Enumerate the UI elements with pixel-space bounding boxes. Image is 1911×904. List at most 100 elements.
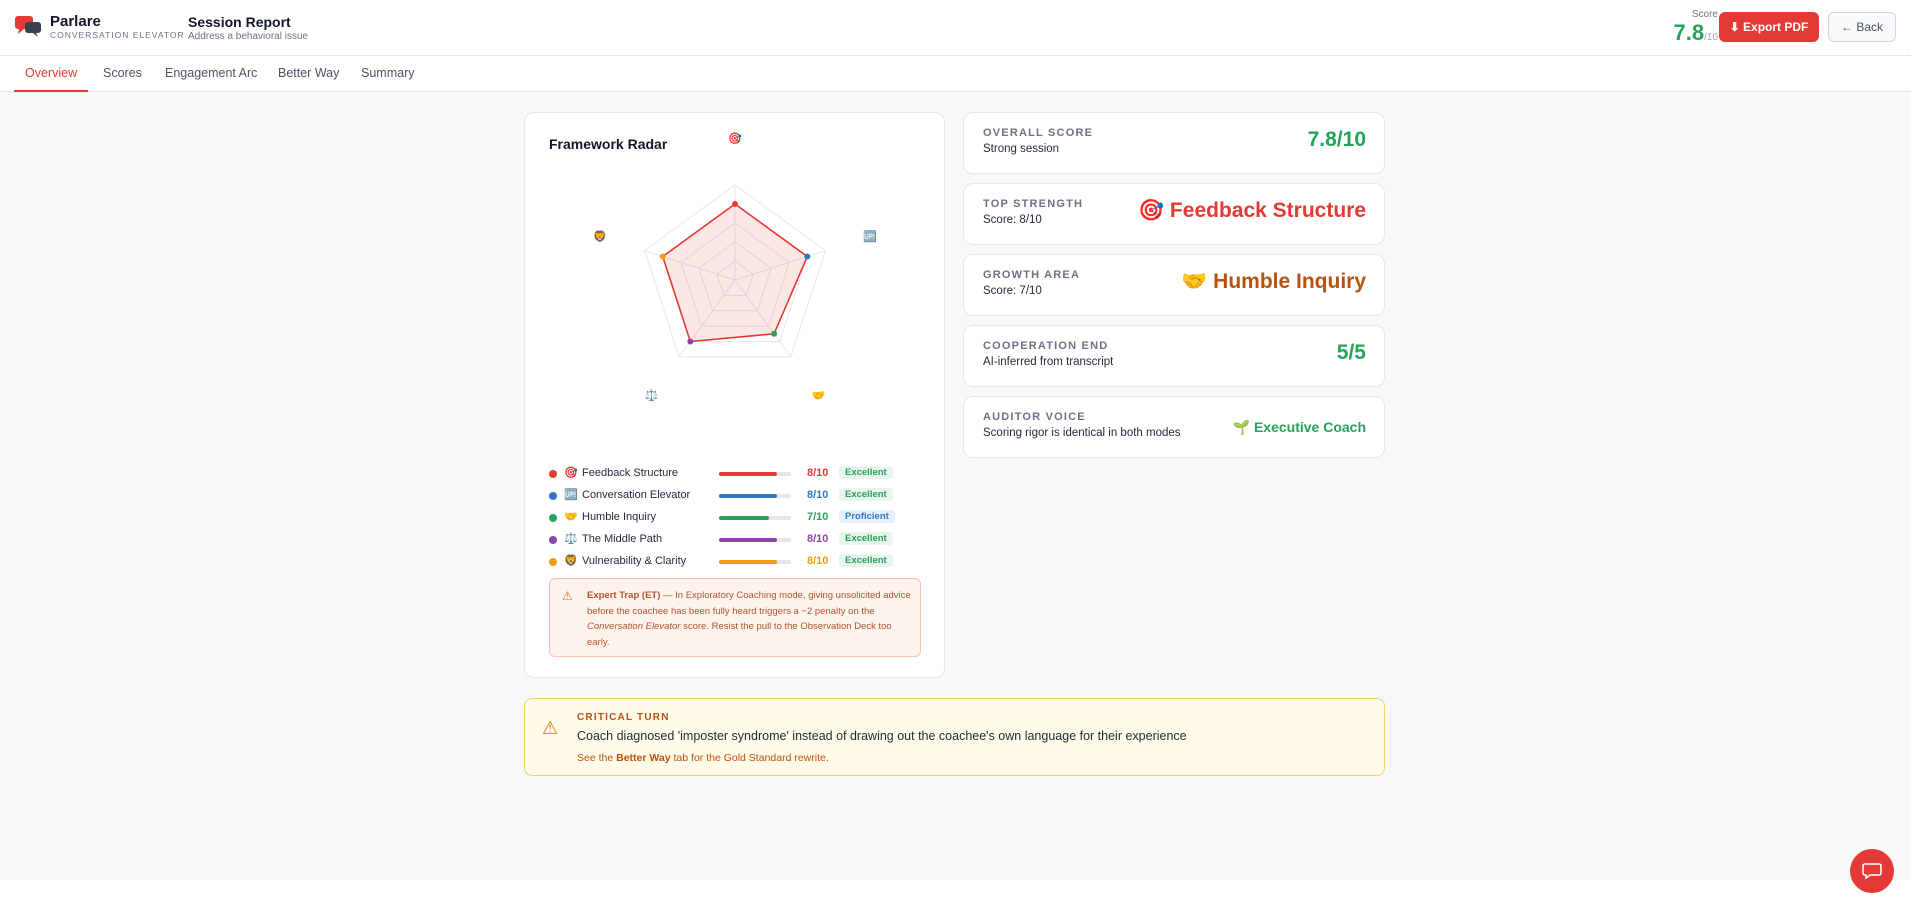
expert-trap-callout: ⚠ Expert Trap (ET) — In Exploratory Coac… — [549, 578, 921, 657]
warning-icon: ⚠ — [562, 589, 573, 603]
brand: Parlare CONVERSATION ELEVATOR — [50, 14, 185, 41]
auditor-voice-value: 🌱 Executive Coach — [1232, 419, 1366, 435]
radar-data-point — [771, 330, 778, 337]
radar-data-point — [687, 338, 694, 345]
export-pdf-button[interactable]: ⬇ Export PDF — [1719, 12, 1819, 42]
tab-bar: Overview Scores Engagement Arc Better Wa… — [0, 56, 1911, 92]
framework-score: 8/10 — [807, 489, 829, 501]
parlare-logo-icon — [15, 16, 41, 37]
better-way-link[interactable]: Better Way — [616, 752, 670, 764]
score-bar-track — [719, 516, 791, 520]
header-score: Score 7.8/10 — [1674, 9, 1719, 50]
series-dot — [549, 558, 557, 566]
tab-scores[interactable]: Scores — [103, 56, 142, 92]
series-dot — [549, 492, 557, 500]
critical-turn-callout: ⚠ CRITICAL TURN Coach diagnosed 'imposte… — [524, 698, 1385, 776]
series-dot — [549, 536, 557, 544]
framework-score: 8/10 — [807, 533, 829, 545]
critical-turn-label: CRITICAL TURN — [577, 712, 670, 723]
chat-button[interactable] — [1850, 849, 1894, 893]
page-subtitle: Address a behavioral issue — [188, 31, 309, 42]
critical-turn-note-prefix: See the — [577, 752, 617, 764]
tab-engagement-arc[interactable]: Engagement Arc — [165, 56, 257, 92]
cooperation-end-card: COOPERATION END AI-inferred from transcr… — [963, 325, 1385, 387]
stat-subtitle: Score: 8/10 — [983, 214, 1042, 226]
level-badge: Excellent — [839, 532, 893, 545]
tab-better-way[interactable]: Better Way — [278, 56, 339, 92]
top-strength-value: 🎯 Feedback Structure — [1137, 199, 1366, 222]
header-score-number: 7.8 — [1673, 20, 1705, 45]
stat-label: AUDITOR VOICE — [983, 411, 1086, 423]
lion-icon: 🦁 — [564, 555, 578, 567]
auditor-voice-card: AUDITOR VOICE Scoring rigor is identical… — [963, 396, 1385, 458]
radar-data-area — [661, 203, 809, 343]
stat-label: GROWTH AREA — [983, 269, 1081, 281]
top-strength-card: TOP STRENGTH Score: 8/10 🎯 Feedback Stru… — [963, 183, 1385, 245]
critical-turn-note: See the Better Way tab for the Gold Stan… — [577, 752, 829, 764]
page-title: Session Report — [188, 14, 291, 30]
score-bar-fill — [719, 494, 777, 498]
stat-label: COOPERATION END — [983, 340, 1109, 352]
radar-data-point — [732, 201, 738, 207]
score-bar-track — [719, 538, 791, 542]
framework-score: 8/10 — [807, 555, 829, 567]
radar-axis-icon: ⚖️ — [645, 389, 659, 402]
overall-score-card: OVERALL SCORE Strong session 7.8/10 — [963, 112, 1385, 174]
legend-row-humble-inquiry: 🤝 Humble Inquiry 7/10 Proficient — [549, 508, 929, 530]
chat-bubble-icon — [1862, 863, 1882, 880]
score-bar-track — [719, 472, 791, 476]
radar-data-point — [659, 253, 666, 260]
framework-name: Humble Inquiry — [582, 511, 656, 523]
page-header: Session Report Address a behavioral issu… — [188, 14, 308, 44]
stat-subtitle: AI-inferred from transcript — [983, 356, 1114, 368]
score-bar-track — [719, 560, 791, 564]
framework-name: Conversation Elevator — [582, 489, 691, 501]
stat-subtitle: Scoring rigor is identical in both modes — [983, 427, 1181, 439]
overall-score-value: 7.8/10 — [1307, 128, 1366, 151]
tab-summary[interactable]: Summary — [361, 56, 414, 92]
legend-row-vulnerability-clarity: 🦁 Vulnerability & Clarity 8/10 Excellent — [549, 552, 929, 574]
radar-axis-icon: 🦁 — [593, 230, 607, 243]
framework-name: Vulnerability & Clarity — [582, 555, 687, 567]
scales-icon: ⚖️ — [564, 533, 578, 545]
page-footer-strip — [0, 880, 1911, 904]
back-button[interactable]: ← Back — [1828, 12, 1896, 42]
cooperation-end-value: 5/5 — [1336, 341, 1366, 364]
level-badge: Excellent — [839, 466, 893, 479]
header-score-denominator: /10 — [1704, 32, 1718, 43]
top-bar: Parlare CONVERSATION ELEVATOR Session Re… — [0, 0, 1911, 56]
radar-data-point — [804, 253, 811, 260]
header-score-value: 7.8/10 — [1674, 21, 1719, 50]
score-bar-fill — [719, 560, 777, 564]
radar-chart: 🎯 🆙 🤝 ⚖️ 🦁 — [593, 132, 877, 402]
expert-trap-text: Expert Trap (ET) — In Exploratory Coachi… — [587, 588, 915, 650]
radar-axis-icon: 🎯 — [728, 132, 742, 145]
framework-name: The Middle Path — [582, 533, 663, 545]
critical-turn-note-suffix: tab for the Gold Standard rewrite. — [670, 752, 829, 764]
radar-axis-icon: 🤝 — [812, 390, 826, 402]
level-badge: Excellent — [839, 554, 893, 567]
framework-score: 8/10 — [807, 467, 829, 479]
stat-subtitle: Score: 7/10 — [983, 285, 1042, 297]
radar-axis-icon: 🆙 — [863, 230, 877, 243]
warning-icon: ⚠ — [542, 718, 559, 738]
framework-score: 7/10 — [807, 511, 829, 523]
framework-name: Feedback Structure — [582, 467, 678, 479]
up-arrow-icon: 🆙 — [564, 489, 578, 501]
tab-overview[interactable]: Overview — [14, 56, 89, 92]
score-bar-fill — [719, 472, 777, 476]
series-dot — [549, 470, 557, 478]
growth-area-value: 🤝 Humble Inquiry — [1181, 270, 1366, 293]
series-dot — [549, 514, 557, 522]
brand-tagline: CONVERSATION ELEVATOR — [50, 30, 185, 40]
framework-legend: 🎯 Feedback Structure 8/10 Excellent 🆙 Co… — [549, 464, 929, 574]
stat-label: OVERALL SCORE — [983, 127, 1094, 139]
score-bar-fill — [719, 516, 770, 520]
brand-name: Parlare — [50, 13, 101, 30]
framework-radar-card: Framework Radar 🎯 🆙 🤝 ⚖️ 🦁 🎯 Feedback Struct… — [524, 112, 945, 678]
stat-label: TOP STRENGTH — [983, 198, 1084, 210]
legend-row-conversation-elevator: 🆙 Conversation Elevator 8/10 Excellent — [549, 486, 929, 508]
expert-trap-title: Expert Trap (ET) — [587, 590, 661, 601]
score-bar-fill — [719, 538, 777, 542]
expert-trap-emphasis: Conversation Elevator — [587, 621, 681, 632]
